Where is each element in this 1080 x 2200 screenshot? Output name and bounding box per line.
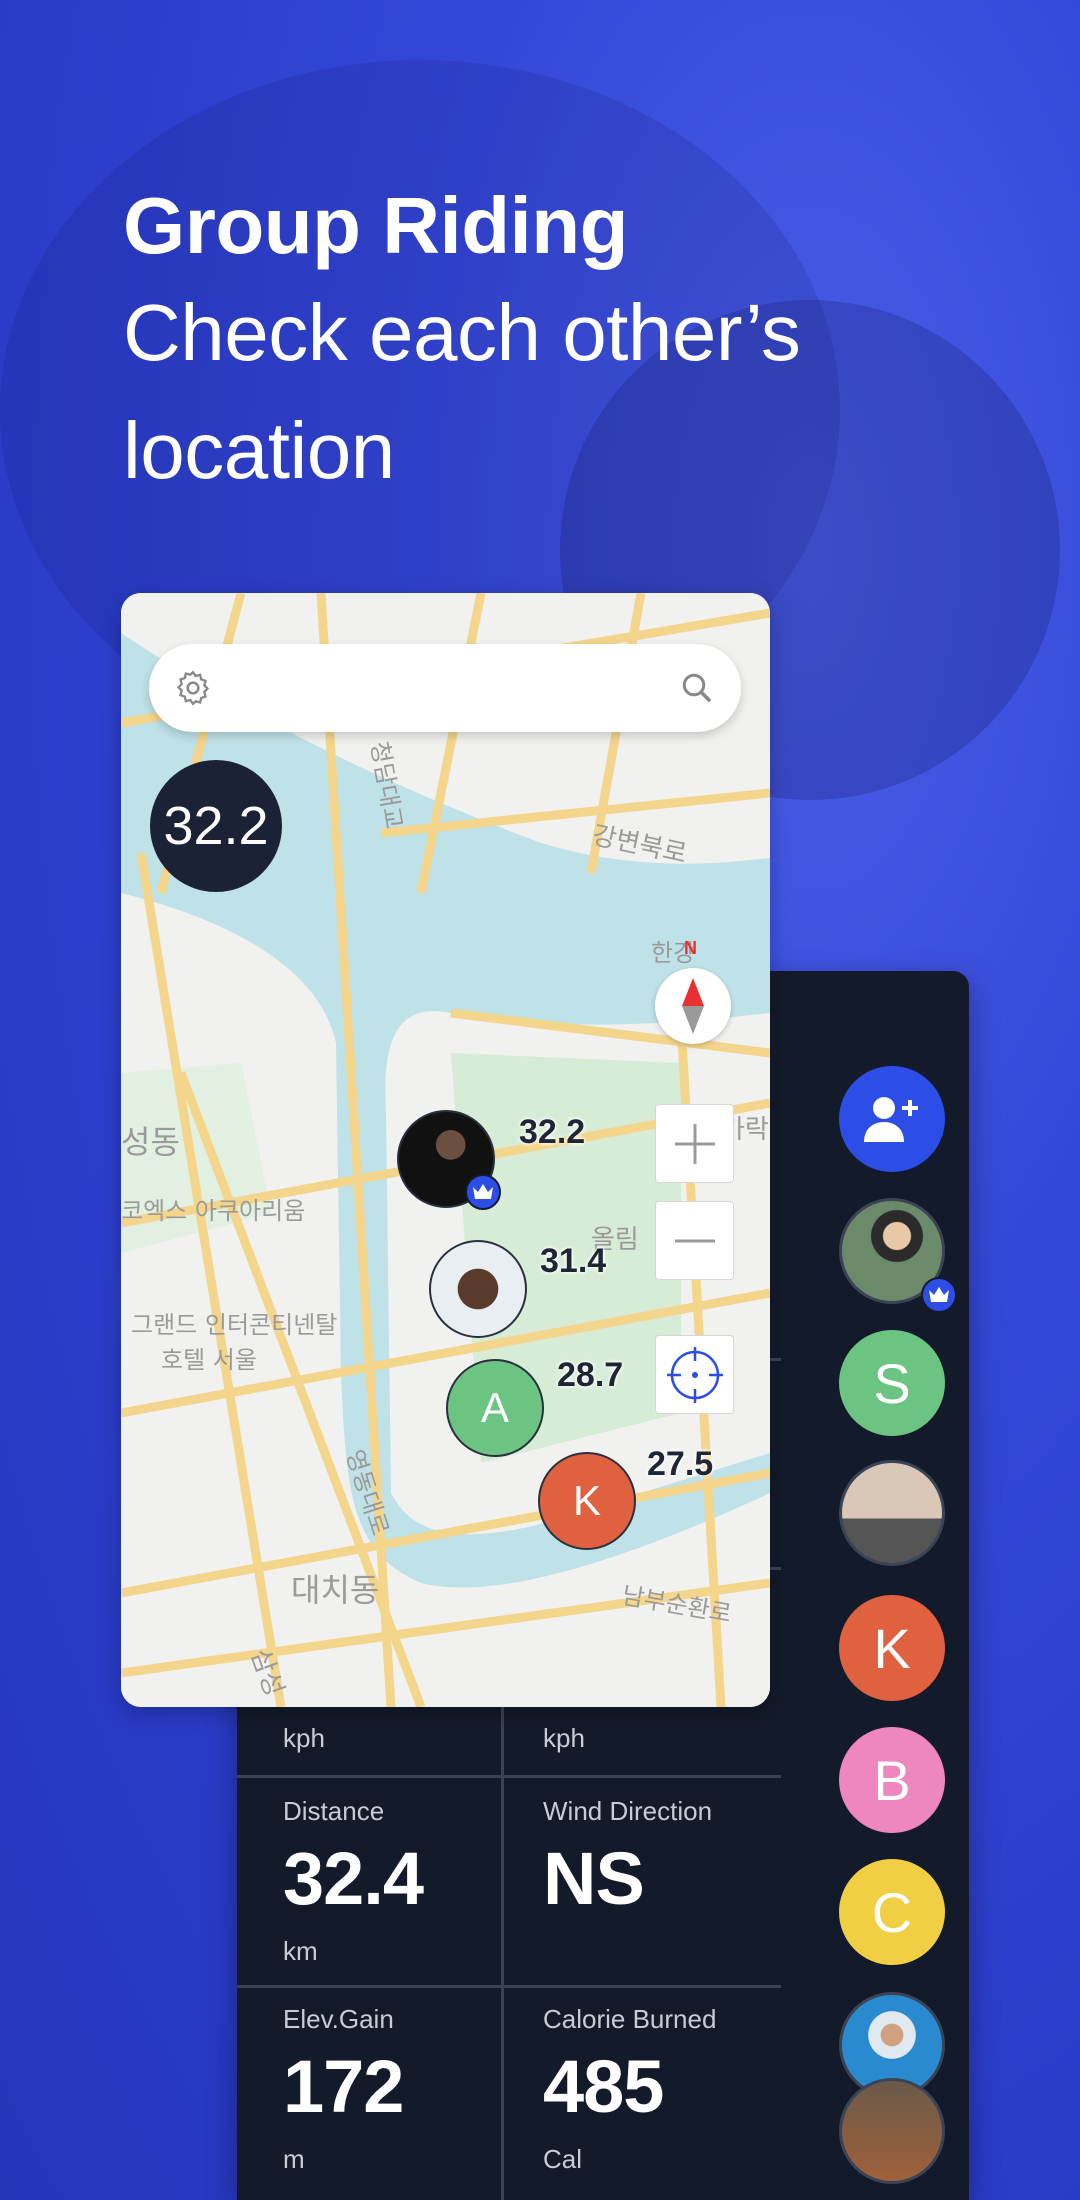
svg-text:성동: 성동: [121, 1123, 180, 1161]
headline-subtitle-1: Check each other’s: [123, 288, 801, 377]
stat-unit: m: [283, 2144, 305, 2174]
member-avatar[interactable]: [839, 1460, 945, 1566]
compass-north-label: N: [684, 938, 697, 958]
search-icon[interactable]: [679, 670, 715, 706]
my-location-button[interactable]: [655, 1335, 734, 1414]
member-avatar[interactable]: B: [839, 1727, 945, 1833]
add-user-icon: [864, 1097, 918, 1142]
divider: [770, 1567, 781, 1570]
member-avatar[interactable]: [839, 2078, 945, 2184]
stat-label: Elev.Gain: [283, 2004, 394, 2034]
headline-title: Group Riding: [123, 181, 629, 270]
stat-value: 172: [283, 2045, 404, 2128]
stat-label: Distance: [283, 1796, 385, 1826]
zoom-out-button[interactable]: [655, 1201, 734, 1280]
stat-label: Calorie Burned: [543, 2004, 717, 2034]
search-bar[interactable]: [149, 644, 741, 732]
divider: [237, 1775, 781, 1778]
unit: kph: [283, 1723, 325, 1753]
member-avatar[interactable]: S: [839, 1330, 945, 1436]
rider-marker[interactable]: K: [538, 1452, 636, 1550]
search-input[interactable]: [229, 664, 649, 712]
stat-value: 485: [543, 2045, 664, 2128]
zoom-in-button[interactable]: [655, 1104, 734, 1183]
headline: Group Riding Check each other’s location: [123, 178, 1023, 510]
stat-value: 32.4: [283, 1837, 424, 1920]
divider: [237, 1985, 781, 1988]
compass-icon: [682, 978, 704, 1034]
crown-icon: [921, 1277, 957, 1313]
map-view[interactable]: 강변북로 청담대교 한강 성동 코엑스 아쿠아리움 그랜드 인터콘티넨탈 호텔 …: [121, 593, 770, 1707]
member-avatar[interactable]: C: [839, 1859, 945, 1965]
current-speed-badge: 32.2: [150, 760, 282, 892]
rider-speed-label: 31.4: [540, 1242, 607, 1280]
gear-icon[interactable]: [173, 668, 213, 708]
rider-speed-label: 32.2: [519, 1113, 586, 1151]
svg-text:그랜드 인터콘티넨탈: 그랜드 인터콘티넨탈: [131, 1311, 337, 1339]
add-member-button[interactable]: [839, 1066, 945, 1172]
rider-marker[interactable]: [429, 1240, 527, 1338]
rider-marker[interactable]: A: [446, 1359, 544, 1457]
crosshair-icon: [666, 1346, 723, 1403]
stat-unit: Cal: [543, 2144, 583, 2174]
headline-subtitle-2: location: [123, 406, 395, 495]
crown-icon: [465, 1174, 501, 1210]
stat-value: NS: [543, 1837, 645, 1920]
stat-unit: km: [283, 1936, 318, 1966]
minus-icon: [674, 1239, 715, 1242]
unit: kph: [543, 1723, 585, 1753]
svg-text:호텔 서울: 호텔 서울: [161, 1346, 257, 1374]
svg-text:코엑스 아쿠아리움: 코엑스 아쿠아리움: [121, 1197, 305, 1225]
svg-text:대치동: 대치동: [291, 1571, 379, 1609]
plus-icon: [674, 1123, 715, 1164]
rider-speed-label: 28.7: [557, 1356, 624, 1394]
stat-label: Wind Direction: [543, 1796, 713, 1826]
rider-speed-label: 27.5: [647, 1445, 714, 1483]
compass-button[interactable]: [655, 968, 731, 1044]
member-avatar[interactable]: K: [839, 1595, 945, 1701]
divider: [770, 1358, 781, 1361]
